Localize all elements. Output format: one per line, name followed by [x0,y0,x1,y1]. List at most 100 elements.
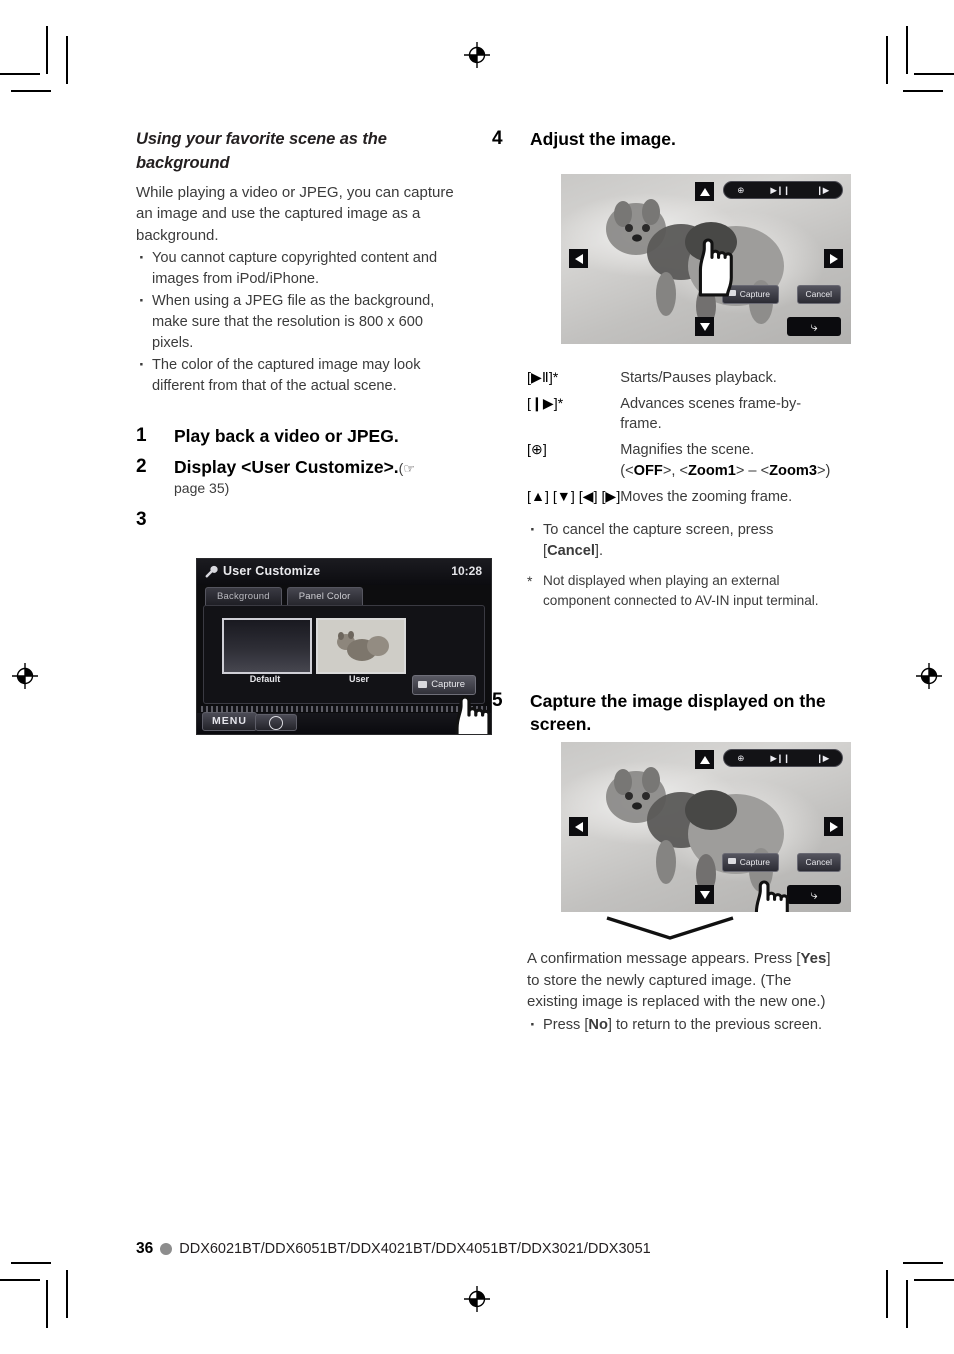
adjust-image-screenshot: ⊕ ▶❙❙ ❙▶ Capture Cancel ⤷ [561,174,851,344]
playback-control-bar: ⊕ ▶❙❙ ❙▶ [723,181,843,199]
home-icon [269,716,283,730]
right-column: 4 Adjust the image. [492,128,832,151]
hand-cursor-icon [754,880,789,912]
capture-button-label: Capture [739,857,770,867]
registration-mark-bottom [464,1286,490,1312]
list-item: The color of the captured image may look… [136,353,466,397]
step-1: 1 Play back a video or JPEG. [136,425,466,448]
table-row: [▶Ⅱ]* Starts/Pauses playback. [527,368,832,394]
intro-bullet-list: You cannot capture copyrighted content a… [136,246,466,397]
capture-button-label: Capture [739,289,770,299]
frame-advance-icon[interactable]: ❙▶ [816,185,829,196]
no-note-list: Press [No] to return to the previous scr… [527,1013,832,1037]
cancel-button[interactable]: Cancel [796,285,841,304]
intro-paragraph: While playing a video or JPEG, you can c… [136,183,454,245]
legend-key-direction: [▲] [▼] [◀] [▶] [527,488,621,505]
capture-image-screenshot: ⊕ ▶❙❙ ❙▶ Capture Cancel ⤷ [561,742,851,912]
registration-mark-right [916,663,942,689]
step-5: 5 Capture the image displayed on the scr… [492,690,870,737]
model-list: DDX6021BT/DDX6051BT/DDX4021BT/DDX4051BT/… [179,1241,651,1257]
user-customize-screenshot: User Customize 10:28 Background Panel Co… [196,558,492,735]
menu-button[interactable]: MENU [202,712,257,731]
zoom-options: (<OFF>, <Zoom1> – <Zoom3>) [620,462,831,479]
move-right-button[interactable] [824,249,843,268]
move-left-button[interactable] [569,249,588,268]
camera-icon [418,681,428,688]
pointing-hand-icon: ☞ [403,460,415,476]
footnote-marker: * [527,573,533,590]
down-arrow-icon [606,916,734,940]
list-item: To cancel the capture screen, press [Can… [527,518,832,562]
capture-button-label: Capture [431,679,465,690]
table-row: [▲] [▼] [◀] [▶] Moves the zooming frame. [527,487,832,513]
screen-title: User Customize [223,564,321,578]
move-down-button[interactable] [695,885,714,904]
clock-display: 10:28 [451,564,482,578]
step-title: Display <User Customize>. [174,456,399,477]
step-number: 5 [492,690,503,711]
magnify-icon[interactable]: ⊕ [737,185,744,196]
list-item: Press [No] to return to the previous scr… [527,1013,832,1037]
playback-control-bar: ⊕ ▶❙❙ ❙▶ [723,749,843,767]
list-item: You cannot capture copyrighted content a… [136,246,466,290]
back-button[interactable]: ⤷ [787,317,841,336]
legend-desc: Advances scenes frame-by-frame. [620,395,802,433]
legend-desc: Moves the zooming frame. [620,488,793,505]
legend-desc-text: Magnifies the scene. [620,442,755,459]
play-pause-icon[interactable]: ▶❙❙ [770,753,790,764]
move-left-button[interactable] [569,817,588,836]
list-item: When using a JPEG file as the background… [136,289,466,354]
tab-bar: Background Panel Color [205,587,363,606]
dog-thumbnail-image [318,620,404,672]
legend-desc: Starts/Pauses playback. [620,370,777,386]
legend-key-play-pause: [▶Ⅱ]* [527,370,559,386]
legend-key-frame-advance: [❙▶]* [527,395,564,412]
tab-background[interactable]: Background [205,587,282,606]
move-up-button[interactable] [695,182,714,201]
step-title: Adjust the image. [530,129,676,149]
capture-button[interactable]: Capture [721,853,779,872]
legend-key-magnify: [⊕] [527,442,547,459]
thumbnail-default[interactable] [222,618,312,674]
home-button[interactable] [255,714,297,731]
hand-cursor-icon [698,238,733,297]
result-description: A confirmation message appears. Press [Y… [527,948,832,1037]
step-title: Play back a video or JPEG. [174,425,399,446]
cancel-button[interactable]: Cancel [796,853,841,872]
cancel-note-list: To cancel the capture screen, press [Can… [527,518,832,562]
table-row: [⊕] Magnifies the scene. (<OFF>, <Zoom1>… [527,440,832,486]
registration-mark-top [464,42,490,68]
step-2: 2 Display <User Customize>.(☞ page 35) [136,456,466,499]
page-number: 36 [136,1240,154,1257]
capture-button[interactable]: Capture [412,675,476,695]
step-number: 1 [136,424,147,446]
thumbnail-label-user: User [348,674,369,684]
play-pause-icon[interactable]: ▶❙❙ [770,185,790,196]
footer-dot-icon [160,1243,173,1255]
move-up-button[interactable] [695,750,714,769]
step-title: Capture the image displayed on the scree… [530,691,826,735]
footnote: * Not displayed when playing an external… [527,571,832,610]
thumbnail-label-default: Default [249,674,281,684]
step-4: 4 Adjust the image. [492,128,832,151]
move-down-button[interactable] [695,317,714,336]
thumbnail-user[interactable] [316,618,406,674]
step-number: 3 [136,508,147,530]
section-heading: Using your favorite scene as the backgro… [136,130,387,172]
background-selection-panel: Default User Capture [203,605,485,704]
footnote-text: Not displayed when playing an external c… [543,573,819,608]
left-column: Using your favorite scene as the backgro… [136,128,466,530]
button-legend-table: [▶Ⅱ]* Starts/Pauses playback. [❙▶]* Adva… [527,368,832,512]
page-footer: 36 DDX6021BT/DDX6051BT/DDX4021BT/DDX4051… [136,1240,651,1258]
legend-desc: Magnifies the scene. (<OFF>, <Zoom1> – <… [620,440,832,486]
wrench-icon [205,565,218,578]
back-button[interactable]: ⤷ [787,885,841,904]
confirmation-paragraph: A confirmation message appears. Press [Y… [527,950,831,1011]
frame-advance-icon[interactable]: ❙▶ [816,753,829,764]
magnify-icon[interactable]: ⊕ [737,753,744,764]
tab-panel-color[interactable]: Panel Color [286,587,363,606]
hand-cursor-icon [455,695,491,734]
step-number: 2 [136,455,147,477]
move-right-button[interactable] [824,817,843,836]
table-row: [❙▶]* Advances scenes frame-by-frame. [527,394,832,440]
